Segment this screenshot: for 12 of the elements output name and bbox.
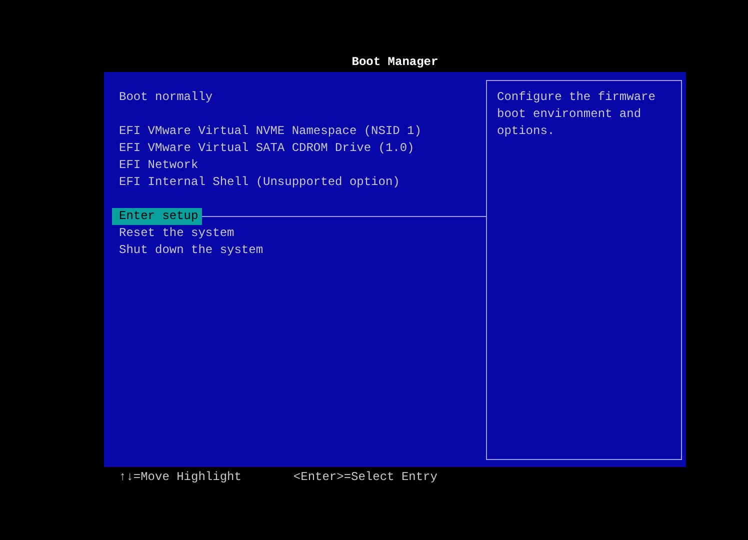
menu-item[interactable]: Enter setup [112, 208, 202, 225]
window-title: Boot Manager [352, 54, 438, 71]
menu-item[interactable]: EFI VMware Virtual SATA CDROM Drive (1.0) [119, 140, 414, 157]
menu-item[interactable]: EFI VMware Virtual NVME Namespace (NSID 1) [119, 123, 422, 140]
key-hint: ↑↓=Move Highlight [119, 469, 242, 486]
menu-item[interactable]: Boot normally [119, 89, 213, 106]
key-hint: <Enter>=Select Entry [293, 469, 438, 486]
help-text: Configure the firmware boot environment and options. [497, 89, 656, 140]
menu-item[interactable]: EFI Network [119, 157, 198, 174]
menu-item[interactable]: EFI Internal Shell (Unsupported option) [119, 174, 400, 191]
menu-item[interactable]: Reset the system [119, 225, 234, 242]
menu-item[interactable]: Shut down the system [119, 242, 264, 259]
